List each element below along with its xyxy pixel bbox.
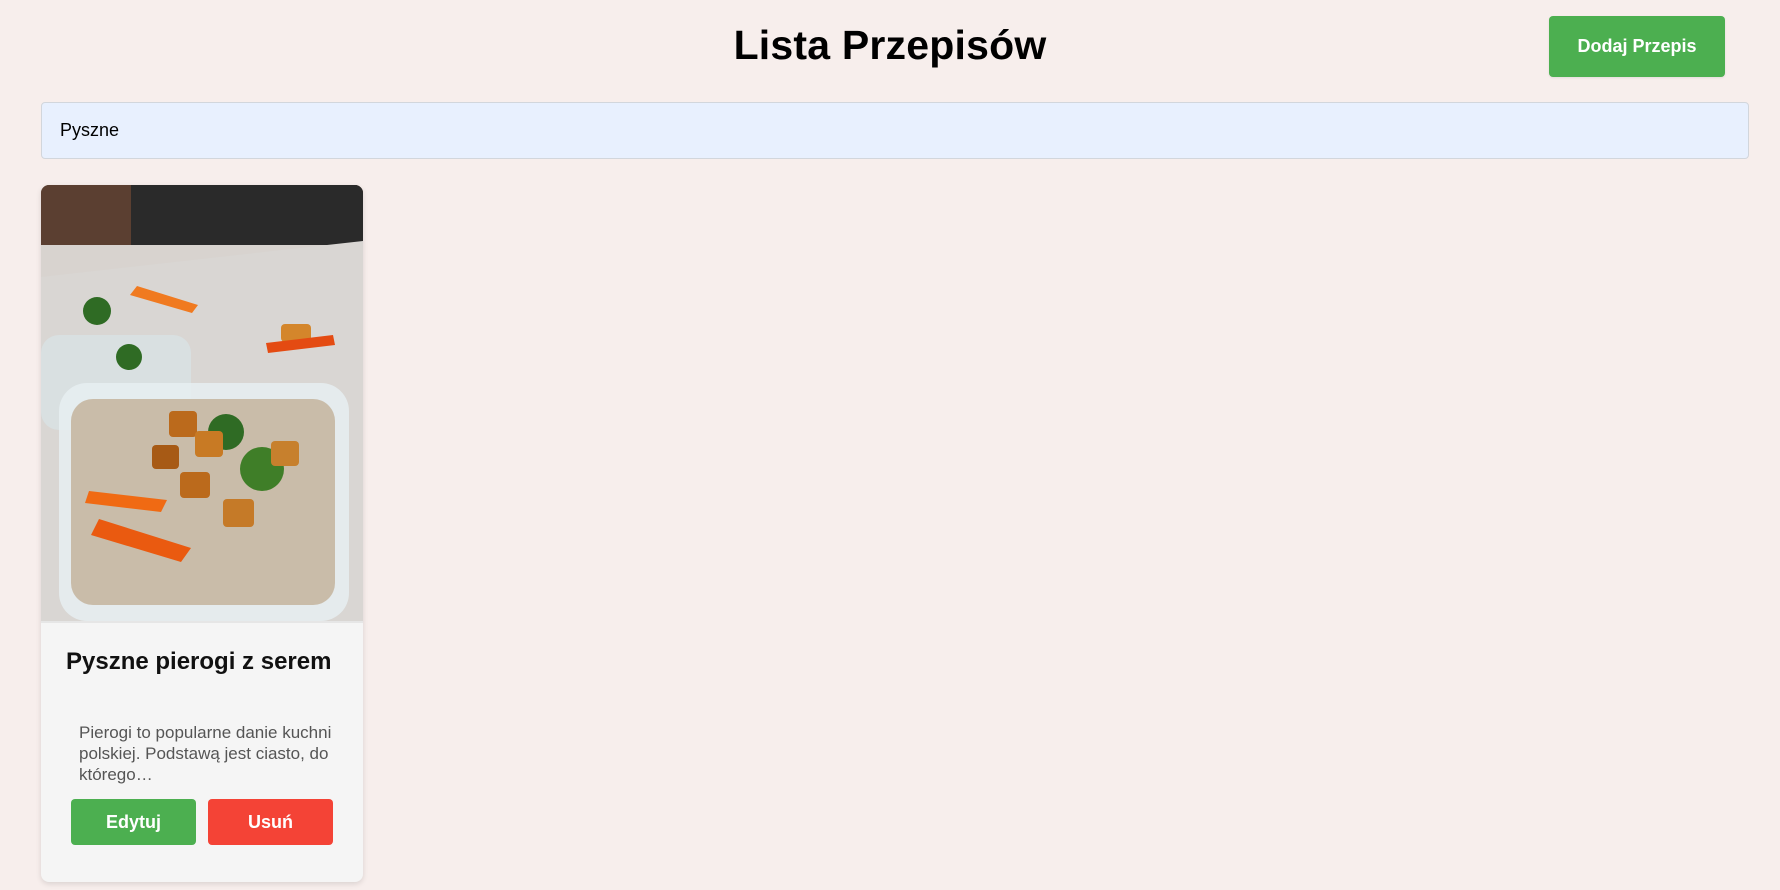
recipe-description: Pierogi to popularne danie kuchni polski… [79,723,332,784]
recipe-image [41,185,363,623]
recipe-title: Pyszne pierogi z serem [66,648,332,675]
page-title: Lista Przepisów [733,22,1047,68]
page-header: Lista Przepisów Dodaj Przepis [0,0,1780,92]
search-container [41,102,1749,159]
add-recipe-button[interactable]: Dodaj Przepis [1549,16,1725,77]
delete-button[interactable]: Usuń [208,799,333,845]
recipe-card: Pyszne pierogi z serem Pierogi to popula… [41,185,363,882]
search-input[interactable] [41,102,1749,159]
edit-button[interactable]: Edytuj [71,799,196,845]
recipe-list-page: Lista Przepisów Dodaj Przepis Pyszne Pys… [0,0,1780,890]
